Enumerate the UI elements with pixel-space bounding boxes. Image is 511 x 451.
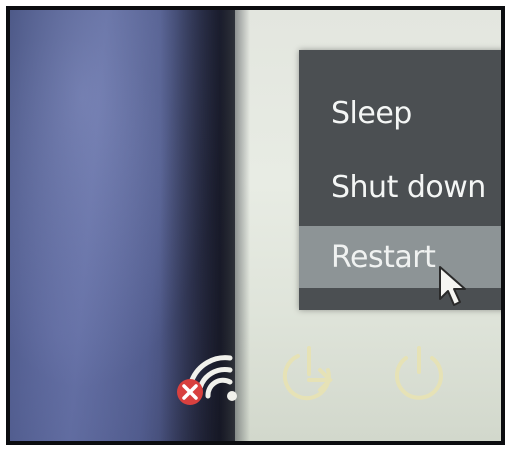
menu-item-sleep[interactable]: Sleep [299,82,501,144]
power-icon[interactable] [386,340,452,406]
menu-item-restart[interactable]: Restart [299,226,501,288]
restart-icon[interactable] [276,340,342,406]
menu-item-label: Sleep [331,95,412,131]
power-menu: Sleep Shut down Restart [299,50,501,310]
photo: Sleep Shut down Restart [10,10,501,441]
wifi-disconnected-icon[interactable] [170,350,242,410]
menu-item-label: Shut down [331,169,486,205]
menu-item-label: Restart [331,239,436,275]
photo-frame: Sleep Shut down Restart [6,6,505,445]
menu-item-shut-down[interactable]: Shut down [299,156,501,218]
mouse-cursor-icon [439,266,466,306]
